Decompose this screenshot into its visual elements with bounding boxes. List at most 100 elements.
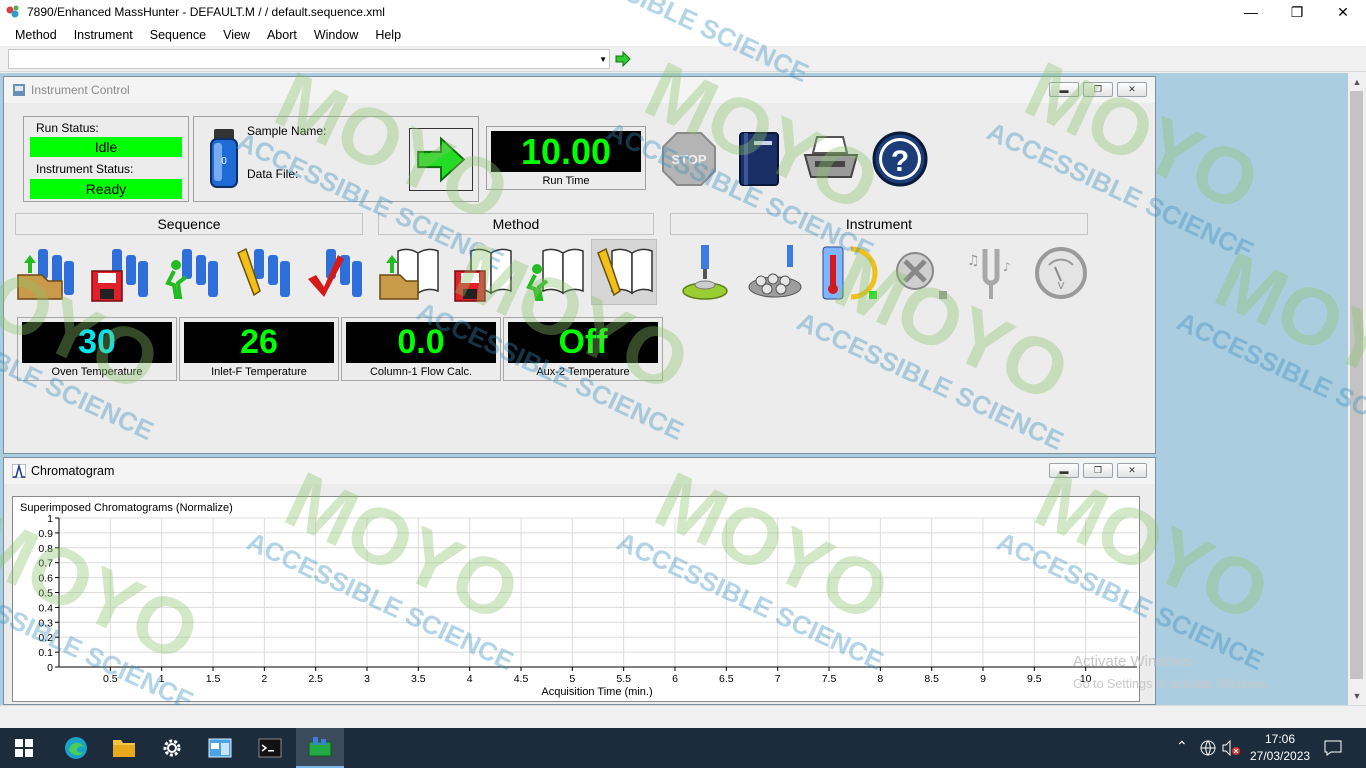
run-time-panel: 10.00 Run Time (486, 126, 646, 190)
x-tick-label: 8 (877, 673, 883, 685)
check-sequence-icon[interactable] (304, 241, 368, 305)
x-tick-label: 4.5 (514, 673, 529, 685)
y-tick-label: 0.8 (38, 543, 53, 555)
run-time-label: Run Time (542, 175, 590, 187)
x-tick-label: 6.5 (719, 673, 734, 685)
scroll-thumb[interactable] (1350, 91, 1363, 679)
taskbar-masshunter[interactable] (296, 728, 344, 768)
status-bar (0, 705, 1366, 728)
help-icon[interactable]: ? (868, 127, 932, 191)
taskbar-app-window[interactable] (196, 728, 244, 768)
x-axis-label: Acquisition Time (min.) (541, 686, 652, 698)
sample-panel: 0 Sample Name: Data File: (193, 116, 479, 202)
instrument-control-window: Instrument Control ▬ ❐ ✕ Run Status: Idl… (3, 76, 1156, 454)
column-flow-label: Column-1 Flow Calc. (369, 366, 473, 378)
svg-text:♪: ♪ (1003, 260, 1011, 274)
chevron-down-icon[interactable]: ▼ (599, 55, 607, 64)
volume-muted-icon[interactable] (1222, 740, 1240, 756)
inlet-temperature-label: Inlet-F Temperature (211, 366, 307, 378)
taskbar-terminal[interactable] (246, 728, 294, 768)
x-tick-label: 2 (261, 673, 267, 685)
taskbar-file-explorer[interactable] (100, 728, 148, 768)
scroll-up-arrow-icon[interactable]: ▲ (1348, 73, 1366, 91)
notification-icon[interactable] (1324, 740, 1342, 756)
load-sequence-icon[interactable] (16, 241, 80, 305)
load-method-icon[interactable] (378, 241, 442, 305)
valve-icon[interactable] (889, 241, 953, 305)
chrom-close-button[interactable]: ✕ (1117, 463, 1147, 478)
chrom-restore-button[interactable]: ❐ (1083, 463, 1113, 478)
minimize-button[interactable]: — (1228, 0, 1274, 24)
logbook-icon[interactable] (728, 127, 792, 191)
close-button[interactable]: ✕ (1320, 0, 1366, 24)
x-tick-label: 1.5 (206, 673, 221, 685)
instrument-status-label: Instrument Status: (36, 162, 134, 176)
y-tick-label: 0.3 (38, 617, 53, 629)
maximize-button[interactable]: ❐ (1274, 0, 1320, 24)
edit-method-icon[interactable] (592, 241, 656, 305)
chromatogram-plot[interactable]: Superimposed Chromatograms (Normalize) 0… (12, 496, 1140, 702)
stop-icon[interactable]: STOP (657, 127, 721, 191)
y-tick-label: 0.2 (38, 632, 53, 644)
child-minimize-button[interactable]: ▬ (1049, 82, 1079, 97)
vertical-scrollbar[interactable]: ▲ ▼ (1348, 73, 1366, 705)
start-run-button[interactable] (409, 128, 473, 191)
signal-gauge-icon[interactable]: V (1029, 241, 1093, 305)
taskbar-edge[interactable] (52, 728, 100, 768)
aux-temperature-readout: Off Aux-2 Temperature (503, 317, 663, 381)
menu-abort[interactable]: Abort (260, 28, 304, 42)
y-tick-label: 1 (47, 513, 53, 525)
vial-icon[interactable]: 0 (206, 127, 242, 191)
run-time-value: 10.00 (491, 131, 641, 172)
taskbar-settings[interactable] (148, 728, 196, 768)
child-close-button[interactable]: ✕ (1117, 82, 1147, 97)
injector-icon[interactable] (673, 241, 737, 305)
save-sequence-icon[interactable] (88, 241, 152, 305)
column-flow-value: 0.0 (346, 322, 496, 363)
x-tick-label: 5 (569, 673, 575, 685)
svg-text:♫: ♫ (967, 253, 980, 269)
aux-temperature-value: Off (508, 322, 658, 363)
execute-arrow-icon[interactable] (615, 51, 631, 67)
edit-sequence-icon[interactable] (232, 241, 296, 305)
y-tick-label: 0.5 (38, 588, 53, 600)
menu-help[interactable]: Help (368, 28, 408, 42)
network-globe-icon[interactable] (1200, 740, 1216, 756)
chromatogram-window: Chromatogram ▬ ❐ ✕ Superimposed Chromato… (3, 457, 1156, 705)
printer-icon[interactable] (799, 127, 863, 191)
tuning-fork-icon[interactable]: ♫ ♪ (959, 241, 1023, 305)
scroll-down-arrow-icon[interactable]: ▼ (1348, 687, 1366, 705)
start-button[interactable] (0, 728, 48, 768)
run-method-icon[interactable] (523, 241, 587, 305)
autosampler-tray-icon[interactable] (745, 241, 809, 305)
tray-chevron-up-icon[interactable]: ⌃ (1176, 738, 1188, 755)
command-input[interactable]: ▼ (8, 49, 610, 69)
stop-label: STOP (671, 152, 706, 167)
x-tick-label: 7.5 (822, 673, 837, 685)
x-tick-label: 9.5 (1027, 673, 1042, 685)
x-tick-label: 5.5 (616, 673, 631, 685)
status-panel: Run Status: Idle Instrument Status: Read… (23, 116, 189, 202)
clock-date[interactable]: 27/03/2023 (1250, 749, 1310, 763)
menu-sequence[interactable]: Sequence (143, 28, 213, 42)
vial-number: 0 (221, 156, 227, 167)
menu-view[interactable]: View (216, 28, 257, 42)
x-tick-label: 7 (775, 673, 781, 685)
run-sequence-icon[interactable] (160, 241, 224, 305)
x-tick-label: 2.5 (308, 673, 323, 685)
instrument-status-value: Ready (30, 179, 182, 199)
inlet-temperature-readout: 26 Inlet-F Temperature (179, 317, 339, 381)
instrument-section-header: Instrument (670, 213, 1088, 235)
menu-window[interactable]: Window (307, 28, 365, 42)
save-method-icon[interactable] (451, 241, 515, 305)
oven-temperature-readout: 30 Oven Temperature (17, 317, 177, 381)
menu-instrument[interactable]: Instrument (67, 28, 140, 42)
clock-time[interactable]: 17:06 (1265, 732, 1295, 746)
oven-temperature-icon[interactable] (817, 241, 881, 305)
menu-method[interactable]: Method (8, 28, 64, 42)
child-restore-button[interactable]: ❐ (1083, 82, 1113, 97)
chrom-minimize-button[interactable]: ▬ (1049, 463, 1079, 478)
title-bar: 7890/Enhanced MassHunter - DEFAULT.M / /… (0, 0, 1366, 24)
y-tick-label: 0.7 (38, 558, 53, 570)
edge-browser-icon (65, 737, 87, 759)
